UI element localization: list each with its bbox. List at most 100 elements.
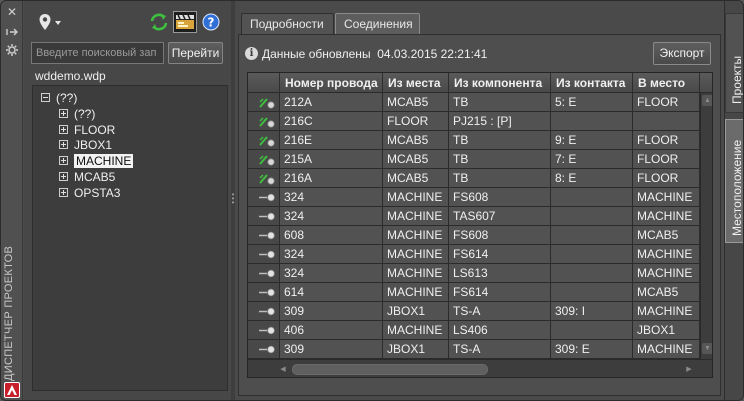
side-tab-projects[interactable]: Проекты [725,13,743,113]
scroll-down-icon[interactable]: ▼ [702,343,712,354]
refresh-icon[interactable] [148,11,170,33]
tree-node[interactable]: (??) [59,107,95,122]
column-header-wire-number[interactable]: Номер провода [280,73,383,93]
go-button[interactable]: Перейти [168,42,223,64]
pin-icon[interactable] [5,25,19,39]
table-row[interactable]: 216C FLOOR PJ215 : [P] [248,112,700,131]
location-pin-icon[interactable] [37,13,63,35]
from-component-cell: LS406 [449,321,551,340]
export-button[interactable]: Экспорт [653,42,711,65]
scroll-left-icon[interactable]: ◀ [278,364,288,375]
tree-node-label: (??) [74,107,96,121]
table-row[interactable]: 608 MACHINE FS608 MCAB5 [248,226,700,245]
wire-icon [258,115,278,128]
to-location-cell: MACHINE [633,188,700,207]
wire-number-cell: 406 [280,321,383,340]
from-pin-cell: 309: E [551,340,633,359]
from-pin-cell: 5: E [551,93,633,112]
from-pin-cell [551,264,633,283]
tree-node[interactable]: JBOX1 [59,138,112,153]
svg-text:?: ? [208,16,215,30]
expand-icon[interactable] [59,188,68,198]
from-pin-cell [551,321,633,340]
wire-number-cell: 324 [280,207,383,226]
to-location-cell: MACHINE [633,302,700,321]
scroll-right-icon[interactable]: ▶ [684,364,694,375]
tree-node[interactable]: MCAB5 [59,170,115,185]
tree-node[interactable]: FLOOR [59,123,115,138]
table-row[interactable]: 324 MACHINE TAS607 MACHINE [248,207,700,226]
table-row[interactable]: 614 MACHINE FS614 MCAB5 [248,283,700,302]
table-row[interactable]: 406 MACHINE LS406 JBOX1 [248,321,700,340]
tree-node-root[interactable]: (??) [41,91,77,106]
from-location-cell: MCAB5 [383,169,449,188]
from-pin-cell [551,226,633,245]
column-header-from-pin[interactable]: Из контакта [551,73,633,93]
expand-icon[interactable] [59,156,68,166]
wire-number-cell: 216E [280,131,383,150]
row-icon-cell [248,264,280,283]
table-row[interactable]: 216E MCAB5 TB 9: E FLOOR [248,131,700,150]
row-icon-cell [248,207,280,226]
row-icon-cell [248,150,280,169]
help-icon[interactable]: ? [202,13,220,35]
close-icon[interactable]: ✕ [5,5,19,19]
expand-icon[interactable] [59,172,68,182]
table-row[interactable]: 212A MCAB5 TB 5: E FLOOR [248,93,700,112]
row-icon-cell [248,131,280,150]
expand-icon[interactable] [59,109,68,119]
tree-node[interactable]: OPSTA3 [59,186,120,201]
from-pin-cell [551,207,633,226]
search-input[interactable] [31,42,164,64]
expand-icon[interactable] [59,140,68,150]
column-header-from-location[interactable]: Из места [383,73,449,93]
tree-node-selected[interactable]: MACHINE [59,154,134,169]
from-location-cell: MACHINE [383,226,449,245]
table-row[interactable]: 324 MACHINE FS608 MACHINE [248,188,700,207]
tab-details[interactable]: Подробности [241,13,334,35]
clapperboard-icon[interactable] [173,11,197,33]
scroll-up-icon[interactable]: ▲ [702,95,712,106]
side-tab-location[interactable]: Местоположение [725,119,743,243]
from-component-cell: TS-A [449,340,551,359]
table-row[interactable]: 309 JBOX1 TS-A 309: E MACHINE [248,340,700,359]
details-panel: Подробности Соединения i Данные обновлены… [235,1,724,400]
horizontal-scroll-thumb[interactable] [292,364,488,375]
from-pin-cell [551,188,633,207]
vertical-scrollbar[interactable]: ▲ ▼ [700,93,712,359]
tab-connections[interactable]: Соединения [335,13,420,35]
wire-number-cell: 324 [280,264,383,283]
expand-icon[interactable] [59,125,68,135]
update-datetime: 04.03.2015 22:21:41 [377,47,488,61]
horizontal-scrollbar[interactable]: ◀ ▶ [248,359,712,377]
location-tree: (??) (??) FLOOR JBOX1 MACHINE MCAB5 OPST… [32,85,228,391]
side-tab-strip: Проекты Местоположение [724,1,743,400]
wire-number-cell: 608 [280,226,383,245]
from-location-cell: MACHINE [383,283,449,302]
from-location-cell: FLOOR [383,112,449,131]
from-component-cell: PJ215 : [P] [449,112,551,131]
cable-icon [258,305,278,318]
collapse-icon[interactable] [41,93,50,103]
table-row[interactable]: 309 JBOX1 TS-A 309: I MACHINE [248,302,700,321]
column-header-to-location[interactable]: В место [633,73,700,93]
cable-icon [258,343,278,356]
table-row[interactable]: 216A MCAB5 TB 8: E FLOOR [248,169,700,188]
row-icon-cell [248,93,280,112]
to-location-cell [633,112,700,131]
from-location-cell: MCAB5 [383,93,449,112]
tree-node-label: JBOX1 [74,138,113,152]
settings-icon[interactable] [5,43,19,57]
table-row[interactable]: 324 MACHINE LS613 MACHINE [248,264,700,283]
to-location-cell: MACHINE [633,207,700,226]
wire-number-cell: 212A [280,93,383,112]
tree-node-label: MACHINE [74,154,134,168]
to-location-cell: FLOOR [633,131,700,150]
table-row[interactable]: 215A MCAB5 TB 7: E FLOOR [248,150,700,169]
to-location-cell: JBOX1 [633,321,700,340]
column-header-from-component[interactable]: Из компонента [449,73,551,93]
to-location-cell: MACHINE [633,264,700,283]
tree-node-label: (??) [56,91,78,105]
table-row[interactable]: 324 MACHINE FS614 MACHINE [248,245,700,264]
column-header-icon[interactable] [248,73,280,93]
